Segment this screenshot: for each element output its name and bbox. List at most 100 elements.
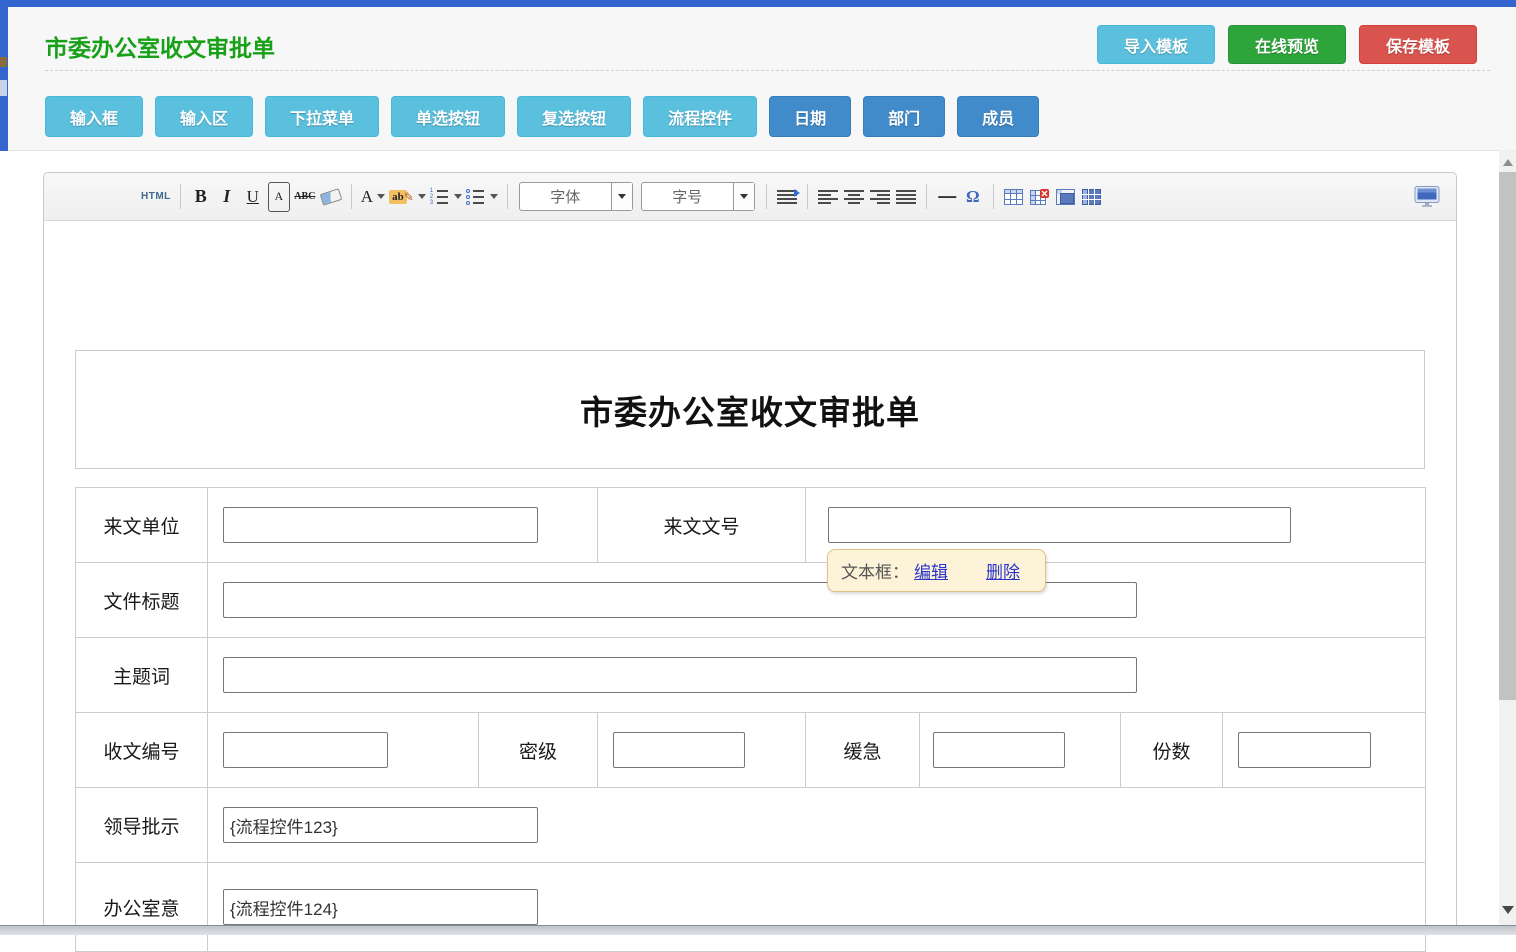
toolbar-separator [993,184,994,209]
chevron-down-icon [611,183,632,210]
copies-input[interactable] [1238,732,1371,768]
font-size-select[interactable]: 字号 [641,182,755,211]
insert-member-button[interactable]: 成员 [957,96,1039,137]
keywords-label: 主题词 [76,638,208,713]
align-right-button[interactable] [869,182,891,212]
insert-radio-button[interactable]: 单选按钮 [391,96,505,137]
window-left-edge [0,7,8,151]
form-title: 市委办公室收文审批单 [580,386,920,434]
leader-note-input[interactable] [223,807,538,843]
dashed-divider [45,70,1490,71]
doc-number-input[interactable] [828,507,1291,543]
insert-department-button[interactable]: 部门 [863,96,945,137]
underline-button[interactable]: U [242,182,264,212]
table-row: 办公室意 [76,863,1426,952]
table-grid-icon [1082,189,1101,205]
table-row: 主题词 [76,638,1426,713]
chevron-down-icon [418,194,426,199]
security-input[interactable] [613,732,745,768]
inline-style-button[interactable]: A [268,182,290,212]
delete-table-button[interactable] [1029,182,1051,212]
table-row: 收文编号 密级 缓急 份数 [76,713,1426,788]
keywords-input[interactable] [223,657,1137,693]
widget-delete-link[interactable]: 删除 [986,558,1020,583]
doc-number-label: 来文文号 [598,488,806,563]
table-cell-icon [1056,189,1075,205]
align-center-button[interactable] [843,182,865,212]
unordered-list-button[interactable] [466,182,498,212]
font-family-select[interactable]: 字体 [519,182,633,211]
html-source-button[interactable]: HTML [141,182,171,212]
source-unit-input[interactable] [223,507,538,543]
insert-input-box-button[interactable]: 输入框 [45,96,143,137]
fullscreen-button[interactable] [1414,182,1440,212]
strikethrough-button[interactable]: ABC [294,182,316,212]
page-title: 市委办公室收文审批单 [45,29,275,63]
widget-tooltip: 文本框： 编辑 删除 [827,549,1046,592]
form-title-cell: 市委办公室收文审批单 [75,350,1425,469]
justify-button[interactable] [895,182,917,212]
align-center-icon [844,190,864,204]
table-row: 领导批示 [76,788,1426,863]
insert-flow-control-button[interactable]: 流程控件 [643,96,757,137]
align-justify-icon [896,190,916,204]
source-unit-label: 来文单位 [76,488,208,563]
header-panel: 市委办公室收文审批单 导入模板 在线预览 保存模板 输入框 输入区 下拉菜单 单… [8,7,1516,151]
chevron-down-icon [733,183,754,210]
vertical-scrollbar-thumb[interactable] [1499,172,1516,700]
indent-button[interactable] [776,182,798,212]
insert-table-button[interactable] [1003,182,1025,212]
table-cell-button[interactable] [1055,182,1077,212]
window-bottom-edge [0,925,1516,935]
pencil-icon [407,188,414,206]
chevron-down-icon [490,194,498,199]
italic-button[interactable]: I [216,182,238,212]
ordered-list-icon [430,189,450,205]
scrollbar-up-arrow-icon[interactable] [1503,159,1513,166]
remove-format-button[interactable] [320,182,342,212]
urgency-label: 缓急 [806,713,920,788]
urgency-input[interactable] [933,732,1065,768]
widget-toolbar: 输入框 输入区 下拉菜单 单选按钮 复选按钮 流程控件 日期 部门 成员 [45,96,1039,137]
highlight-color-button[interactable]: ab [389,182,426,212]
font-color-button[interactable]: A [361,182,385,212]
scrollbar-down-arrow-icon[interactable] [1502,906,1514,914]
unordered-list-icon [466,189,486,205]
insert-table-icon [1004,189,1023,205]
horizontal-rule-button[interactable]: — [936,182,958,212]
toolbar-separator [507,184,508,209]
chevron-down-icon [377,194,385,199]
special-char-button[interactable]: Ω [962,182,984,212]
eraser-icon [319,188,342,206]
table-row: 来文单位 来文文号 [76,488,1426,563]
bold-button[interactable]: B [190,182,212,212]
form-table: 来文单位 来文文号 文件标题 主题词 收文编号 密级 缓急 份数 领导批示 办公… [75,487,1426,952]
insert-textarea-button[interactable]: 输入区 [155,96,253,137]
office-opinion-input[interactable] [223,889,538,925]
toolbar-separator [926,184,927,209]
chevron-down-icon [454,194,462,199]
table-properties-button[interactable] [1081,182,1103,212]
copies-label: 份数 [1121,713,1223,788]
receipt-no-input[interactable] [223,732,388,768]
toolbar-separator [766,184,767,209]
editor-toolbar: HTML B I U A ABC A ab 字体 [44,173,1456,221]
template-actions: 导入模板 在线预览 保存模板 [1097,25,1477,64]
toolbar-separator [351,184,352,209]
indent-icon [777,190,797,204]
fullscreen-icon [1414,186,1440,208]
toolbar-separator [807,184,808,209]
background-window-artifact [0,57,7,67]
toolbar-separator [180,184,181,209]
insert-checkbox-button[interactable]: 复选按钮 [517,96,631,137]
widget-edit-link[interactable]: 编辑 [914,558,948,583]
align-left-icon [818,190,838,204]
align-left-button[interactable] [817,182,839,212]
insert-date-button[interactable]: 日期 [769,96,851,137]
window-top-edge [0,0,1516,7]
online-preview-button[interactable]: 在线预览 [1228,25,1346,64]
insert-dropdown-button[interactable]: 下拉菜单 [265,96,379,137]
import-template-button[interactable]: 导入模板 [1097,25,1215,64]
save-template-button[interactable]: 保存模板 [1359,25,1477,64]
ordered-list-button[interactable] [430,182,462,212]
